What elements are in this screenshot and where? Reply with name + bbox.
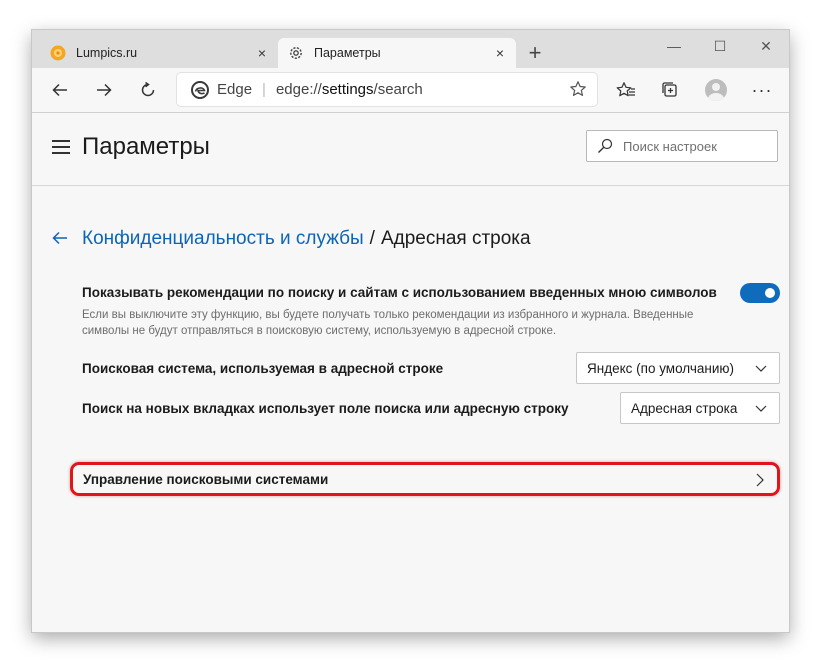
collections-icon <box>662 82 677 97</box>
refresh-icon <box>141 81 155 97</box>
new-tab-button[interactable]: + <box>522 40 548 66</box>
favorites-icon <box>616 82 635 97</box>
lumpics-favicon <box>50 45 66 61</box>
suggestions-toggle[interactable] <box>740 283 780 303</box>
collections-button[interactable] <box>654 74 686 106</box>
back-button[interactable] <box>44 74 76 106</box>
back-arrow-icon[interactable] <box>52 229 68 250</box>
breadcrumb: Конфиденциальность и службы / Адресная с… <box>52 228 531 250</box>
gear-icon <box>288 45 304 61</box>
suggestions-title: Показывать рекомендации по поиску и сайт… <box>82 285 717 300</box>
new-tab-search-value: Адресная строка <box>631 400 738 416</box>
edge-logo-icon <box>191 80 209 99</box>
forward-button[interactable] <box>88 74 120 106</box>
manage-search-engines-row[interactable]: Управление поисковыми системами <box>70 462 780 496</box>
tab-label: Параметры <box>314 46 381 60</box>
tab-close-icon[interactable]: × <box>252 45 272 61</box>
chevron-down-icon <box>755 405 767 412</box>
chevron-down-icon <box>755 365 767 372</box>
browser-window: Lumpics.ru × Параметры × + — ☐ ✕ Edge | … <box>32 30 789 632</box>
address-separator: | <box>262 81 266 98</box>
profile-icon <box>705 79 727 101</box>
new-tab-search-dropdown[interactable]: Адресная строка <box>620 392 780 424</box>
breadcrumb-separator: / <box>369 228 375 249</box>
tab-lumpics[interactable]: Lumpics.ru × <box>40 38 278 68</box>
settings-search[interactable] <box>586 130 778 162</box>
chevron-right-icon <box>756 473 764 487</box>
browser-toolbar: Edge | edge://settings/search ··· <box>32 68 789 113</box>
url-text: edge://settings/search <box>275 81 423 98</box>
search-input[interactable] <box>621 137 775 155</box>
suggestions-description: Если вы выключите эту функцию, вы будете… <box>82 309 694 337</box>
more-icon[interactable]: ··· <box>746 74 778 106</box>
profile-button[interactable] <box>700 74 732 106</box>
tab-label: Lumpics.ru <box>76 46 138 60</box>
settings-content: Конфиденциальность и службы / Адресная с… <box>32 186 789 632</box>
close-window-button[interactable]: ✕ <box>743 34 789 58</box>
search-engine-title: Поисковая система, используемая в адресн… <box>82 361 444 376</box>
star-icon[interactable] <box>569 80 587 98</box>
page-title: Параметры <box>82 133 210 160</box>
breadcrumb-current: Адресная строка <box>380 228 531 249</box>
breadcrumb-privacy-link[interactable]: Конфиденциальность и службы <box>82 228 364 250</box>
tab-close-icon[interactable]: × <box>490 45 510 61</box>
tab-settings[interactable]: Параметры × <box>278 38 516 68</box>
new-tab-search-title: Поиск на новых вкладках использует поле … <box>82 401 569 416</box>
maximize-button[interactable]: ☐ <box>697 34 743 58</box>
hamburger-icon[interactable] <box>52 140 70 154</box>
favorites-button[interactable] <box>610 74 642 106</box>
tab-strip: Lumpics.ru × Параметры × + — ☐ ✕ <box>32 30 789 68</box>
refresh-button[interactable] <box>132 74 164 106</box>
search-engine-value: Яндекс (по умолчанию) <box>587 360 735 376</box>
settings-header: Параметры <box>32 113 789 186</box>
search-icon <box>598 138 613 153</box>
search-engine-dropdown[interactable]: Яндекс (по умолчанию) <box>576 352 780 384</box>
address-bar[interactable]: Edge | edge://settings/search <box>177 73 597 106</box>
back-arrow-icon <box>52 83 67 97</box>
forward-arrow-icon <box>97 83 112 97</box>
site-identity: Edge <box>217 81 253 98</box>
manage-search-engines-label: Управление поисковыми системами <box>83 472 329 487</box>
minimize-button[interactable]: — <box>651 34 697 58</box>
